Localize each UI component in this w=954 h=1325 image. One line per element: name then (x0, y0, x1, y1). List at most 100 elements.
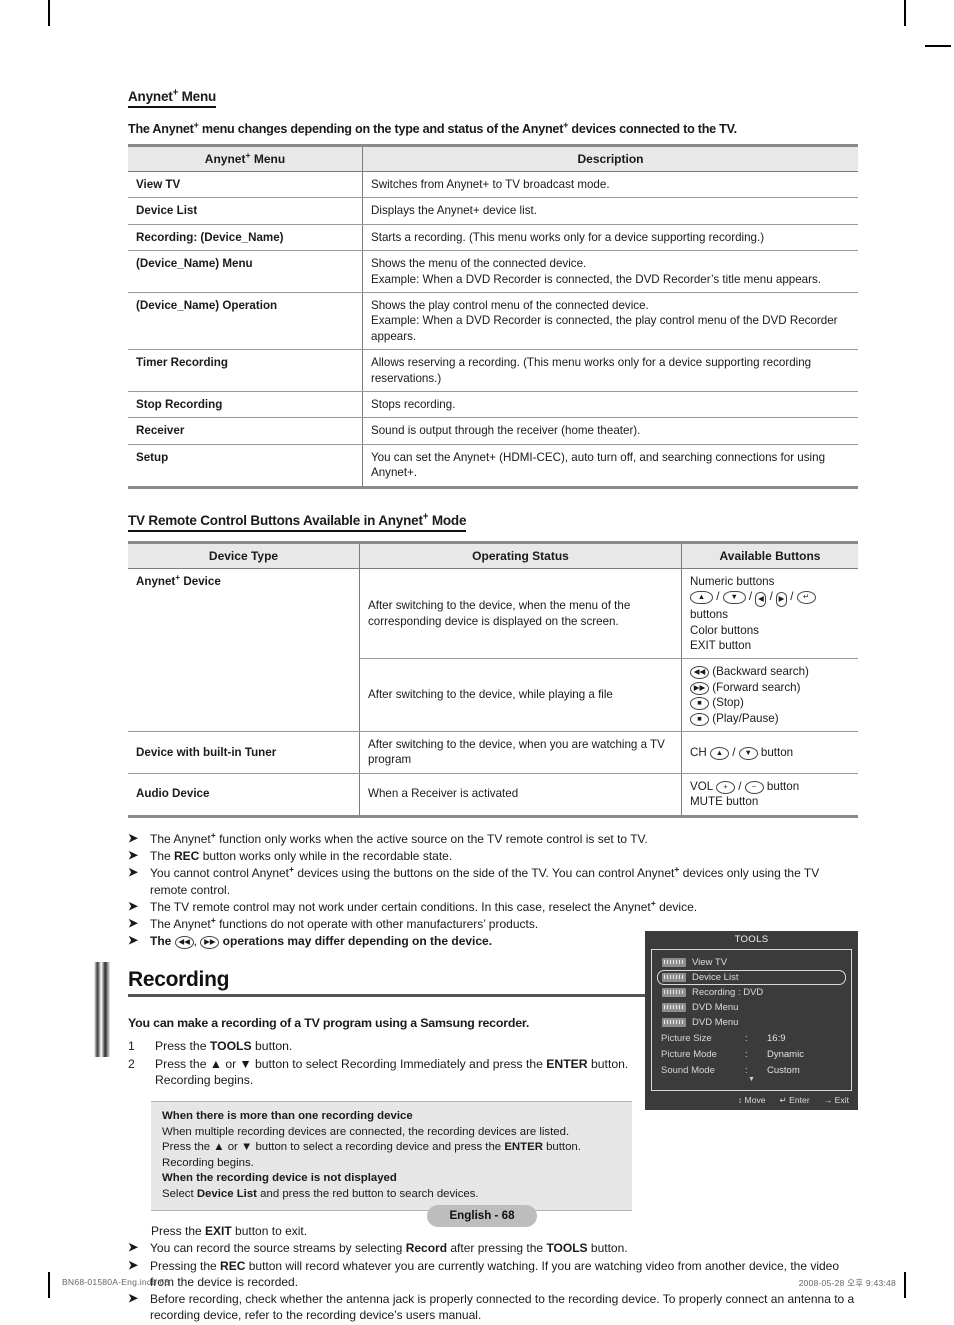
channel-down-icon: ▼ (738, 746, 758, 760)
table-row: Recording: (Device_Name) Starts a recordi… (128, 224, 858, 252)
cell-menu-description: Switches from Anynet+ to TV broadcast mo… (362, 171, 858, 199)
anynet-menu-table: Anynet+ Menu Description View TV Switches… (128, 144, 858, 489)
tv-tools-menu-screenshot: TOOLS View TV Device List Recording : DVD D… (645, 931, 858, 1110)
osd-menu-item-label: Recording : DVD (692, 987, 764, 998)
note-emphasis: TOOLS (546, 1241, 588, 1256)
step-number: 2 (128, 1056, 135, 1071)
osd-menu-item[interactable]: Recording : DVD (657, 985, 846, 1000)
cell-menu-label: Timer Recording (128, 349, 363, 393)
step-number: 1 (128, 1038, 135, 1053)
arrow-bullet-icon: ➤ (128, 830, 139, 845)
step-emphasis: TOOLS (209, 1038, 252, 1053)
recording-note-box: When there is more than one recording de… (151, 1101, 632, 1212)
recording-step: 2 Press the ▲ or ▼ button to select Recor… (128, 1056, 633, 1090)
channel-down-lens-icon: ▼ (722, 591, 746, 605)
table-header-row: Device Type Operating Status Available B… (128, 542, 858, 569)
cell-menu-description: Sound is output through the receiver (ho… (362, 417, 858, 445)
arrow-bullet-icon: ➤ (128, 1291, 139, 1306)
osd-menu-item[interactable]: DVD Menu (657, 1000, 846, 1015)
column-header-operating-status: Operating Status (359, 542, 682, 569)
volume-line: VOL + / − button (690, 779, 800, 794)
note-body-multiple-devices-1: When multiple recording devices are conn… (162, 1125, 570, 1138)
osd-menu-item[interactable]: View TV (657, 955, 846, 970)
anynet-logo-icon (662, 958, 686, 967)
section-heading-anynet-menu: Anynet+ Menu (128, 88, 216, 108)
note-item: ➤ The TV remote control may not work unde… (128, 898, 858, 915)
osd-setting-separator: : (745, 1064, 748, 1076)
note-item: ➤ You cannot control Anynet+ devices usin… (128, 865, 858, 898)
osd-menu-item[interactable]: Device List (657, 970, 846, 985)
backward-search-line: ◀◀ (Backward search) (690, 664, 850, 680)
step-emphasis: ENTER (546, 1056, 588, 1071)
buttons-glyph-line: ▲ / ▼ / ◀ / ▶ / ↵ buttons (690, 589, 850, 622)
arrow-bullet-icon: ➤ (128, 1240, 139, 1255)
osd-footer-hints: ↕ Move ↵ Enter → Exit (645, 1091, 858, 1110)
osd-setting-key: Picture Size (661, 1032, 712, 1044)
cell-menu-label: Setup (128, 444, 363, 488)
arrow-bullet-icon: ➤ (128, 898, 139, 913)
table-header: Device Type Operating Status Available B… (128, 542, 858, 569)
note-text: The Anynet (150, 917, 211, 932)
play-pause-line: ■ (Play/Pause) (690, 711, 850, 726)
cell-menu-label: Recording: (Device_Name) (128, 224, 363, 252)
section-heading-remote-buttons: TV Remote Control Buttons Available in A… (128, 512, 466, 532)
osd-menu-item-label: DVD Menu (692, 1002, 739, 1013)
footer-file-name: BN68-01580A-Eng.indb 68 (62, 1277, 170, 1287)
table-row: Timer Recording Allows reserving a record… (128, 349, 858, 393)
osd-menu-item-label: Device List (692, 972, 739, 983)
table-row: Stop Recording Stops recording. (128, 391, 858, 419)
table-body: Anynet+ Device After switching to the de… (128, 568, 858, 817)
osd-setting-key: Picture Mode (661, 1048, 717, 1060)
cell-status-playing-file: After switching to the device, while pla… (359, 658, 682, 732)
cell-menu-label: Receiver (128, 417, 363, 445)
arrow-bullet-icon: ➤ (128, 865, 139, 880)
table-row: Device List Displays the Anynet+ device l… (128, 197, 858, 225)
note-item: ➤ The REC button works only while in the … (128, 848, 858, 864)
notes-list-bottom: ➤ You can record the source streams by se… (128, 1240, 858, 1324)
footer-timestamp: 2008-05-28 오후 9:43:48 (798, 1278, 896, 1288)
osd-hint-label: Move (744, 1095, 766, 1105)
table-row: Device with built-in Tuner After switchi… (128, 731, 858, 774)
play-pause-icon: ■ (690, 712, 709, 726)
section1-intro: The Anynet+ menu changes depending on th… (128, 119, 737, 136)
osd-setting-separator: : (745, 1032, 748, 1044)
note-text: device. (655, 899, 698, 914)
osd-hint-enter: ↵ Enter (780, 1095, 810, 1106)
stop-line: ■ (Stop) (690, 695, 850, 711)
recording-step: 1 Press the TOOLS button. (128, 1038, 633, 1055)
cell-menu-description: Shows the play control menu of the conne… (362, 292, 858, 351)
osd-hint-label: Enter (789, 1095, 810, 1105)
cell-menu-description: Allows reserving a recording. (This menu… (362, 349, 858, 393)
table-body: View TV Switches from Anynet+ to TV broad… (128, 171, 858, 488)
cell-status-watching-tv: After switching to the device, when you … (359, 731, 682, 774)
scroll-down-icon[interactable]: ▼ (657, 1076, 846, 1083)
cell-status-menu-displayed: After switching to the device, when the … (359, 568, 682, 660)
arrow-bullet-icon: ➤ (128, 1257, 139, 1272)
backward-search-icon: ◀◀ (690, 666, 709, 680)
cell-menu-description: Shows the menu of the connected device. E… (362, 250, 858, 294)
column-header-available-buttons: Available Buttons (681, 542, 858, 569)
column-header-device-type: Device Type (128, 542, 360, 569)
channel-up-icon: ▲ (709, 746, 729, 760)
osd-setting-row[interactable]: Picture Size: 16:9 (657, 1030, 846, 1046)
note-text: Pressing the (150, 1258, 221, 1273)
note-head-device-not-displayed: When the recording device is not display… (162, 1172, 397, 1185)
left-arrow-icon: ◀ (755, 592, 767, 608)
cell-device-anynet: Anynet+ Device (128, 568, 360, 732)
remote-buttons-table: Device Type Operating Status Available B… (128, 540, 858, 818)
cell-buttons-menu: Numeric buttons ▲ / ▼ / ◀ / ▶ / ↵ button… (681, 568, 858, 660)
osd-setting-row[interactable]: Picture Mode: Dynamic (657, 1046, 846, 1062)
table-header: Anynet+ Menu Description (128, 145, 858, 172)
column-header-menu: Anynet+ Menu (128, 145, 363, 172)
buttons-exit-line: EXIT button (690, 638, 752, 652)
note-text: functions do not operate with other manu… (215, 917, 539, 932)
osd-setting-value: Dynamic (767, 1048, 804, 1060)
exit-hint-icon: → (823, 1095, 835, 1105)
column-header-description: Description (362, 145, 858, 172)
osd-menu-item[interactable]: DVD Menu (657, 1015, 846, 1030)
cell-device-built-in-tuner: Device with built-in Tuner (128, 731, 360, 774)
osd-menu-item-label: View TV (692, 957, 728, 968)
arrow-bullet-icon: ➤ (128, 916, 139, 931)
osd-title: TOOLS (734, 934, 769, 945)
forward-search-icon: ▶▶ (690, 681, 709, 695)
